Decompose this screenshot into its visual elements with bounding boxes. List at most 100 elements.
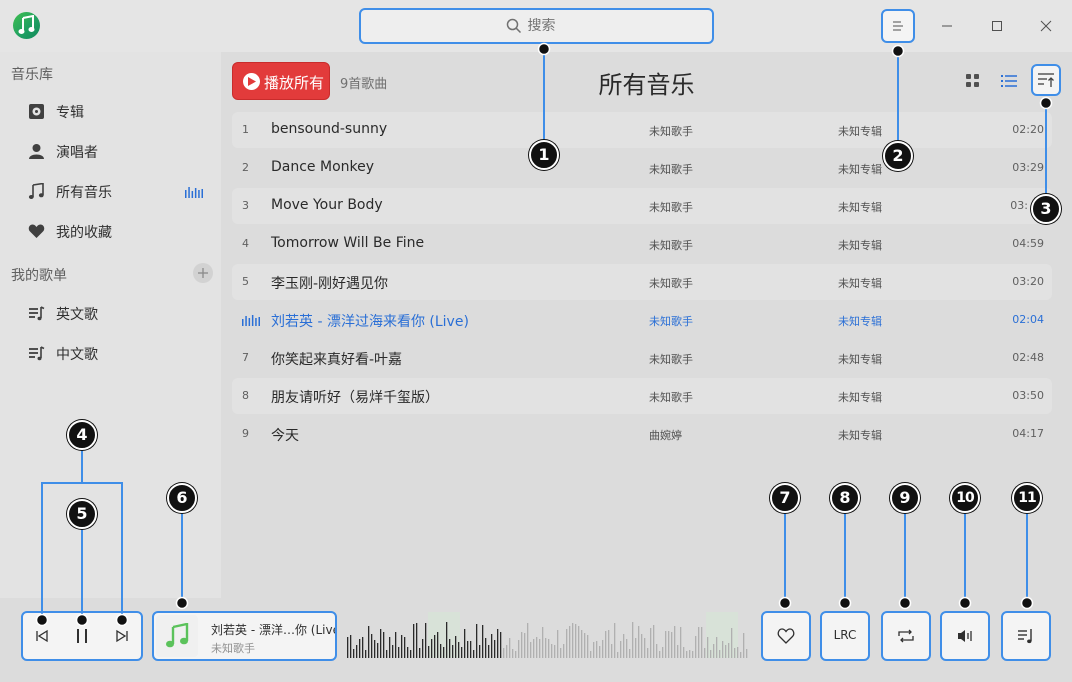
sort-button[interactable] — [1031, 64, 1061, 96]
waveform-bar — [713, 644, 715, 658]
next-button[interactable] — [112, 626, 132, 646]
song-title: 今天 — [271, 428, 299, 444]
song-row-playing[interactable]: 刘若英 - 漂洋过海来看你 (Live) 未知歌手 未知专辑 02:04 — [232, 302, 1052, 338]
waveform-bar — [425, 623, 427, 658]
waveform-bar — [659, 651, 661, 658]
repeat-mode-button[interactable] — [881, 611, 931, 661]
waveform-bar — [386, 650, 388, 658]
favorite-button[interactable] — [761, 611, 811, 661]
waveform-bar — [554, 645, 556, 658]
waveform-bar — [515, 651, 517, 658]
now-playing-artist: 未知歌手 — [211, 642, 255, 655]
song-row[interactable]: 2 Dance Monkey 未知歌手 未知专辑 03:29 — [232, 150, 1052, 186]
previous-button[interactable] — [32, 626, 52, 646]
waveform-bar — [584, 633, 586, 658]
waveform-progress[interactable] — [346, 612, 750, 658]
main-content: 播放所有 9首歌曲 所有音乐 1 bensound-sunny 未知歌手 未知专… — [221, 52, 1072, 598]
waveform-bar — [611, 644, 613, 658]
song-row[interactable]: 9 今天 曲婉婷 未知专辑 04:17 — [232, 416, 1052, 452]
minimize-icon — [942, 25, 952, 27]
waveform-bar — [698, 627, 700, 658]
search-input[interactable] — [527, 18, 568, 34]
callout-badge: 4 — [67, 420, 97, 450]
song-row[interactable]: 8 朋友请听好（易烊千玺版） 未知歌手 未知专辑 03:50 — [232, 378, 1052, 414]
waveform-bar — [656, 644, 658, 658]
song-row[interactable]: 4 Tomorrow Will Be Fine 未知歌手 未知专辑 04:59 — [232, 226, 1052, 262]
waveform-bar — [410, 650, 412, 658]
minimize-button[interactable] — [934, 13, 960, 39]
waveform-bar — [557, 630, 559, 658]
waveform-bar — [701, 627, 703, 658]
sidebar-item-artists[interactable]: 演唱者 — [0, 133, 221, 169]
lyrics-button[interactable]: LRC — [820, 611, 870, 661]
callout-badge: 2 — [883, 141, 913, 171]
sidebar-item-all-music[interactable]: 所有音乐 — [0, 173, 221, 209]
volume-button[interactable] — [940, 611, 990, 661]
song-duration: 02:20 — [1012, 123, 1044, 136]
song-title: bensound-sunny — [271, 121, 388, 137]
waveform-bar — [680, 627, 682, 658]
search-icon — [506, 18, 521, 34]
sidebar-item-playlist-chinese[interactable]: 中文歌 — [0, 335, 221, 371]
song-row[interactable]: 3 Move Your Body 未知歌手 未知专辑 03: — [232, 188, 1052, 224]
pause-button[interactable] — [72, 626, 92, 646]
waveform-bar — [542, 627, 544, 658]
album-icon — [29, 104, 44, 119]
sidebar-item-label: 我的收藏 — [56, 225, 112, 241]
waveform-bar — [464, 629, 466, 658]
app-logo — [13, 12, 40, 39]
title-bar — [0, 0, 1072, 52]
callout-badge: 3 — [1031, 194, 1061, 224]
song-artist: 未知歌手 — [649, 353, 693, 366]
artist-icon — [29, 144, 44, 159]
repeat-icon — [898, 629, 914, 643]
song-album: 未知专辑 — [838, 125, 882, 138]
sort-icon — [1038, 73, 1054, 87]
sidebar-item-playlist-english[interactable]: 英文歌 — [0, 295, 221, 331]
waveform-bar — [650, 628, 652, 658]
grid-view-button[interactable] — [962, 70, 984, 92]
waveform-bar — [563, 644, 565, 658]
waveform-bar — [362, 637, 364, 658]
sidebar-item-favorites[interactable]: 我的收藏 — [0, 213, 221, 249]
song-artist: 未知歌手 — [649, 201, 693, 214]
playlist-icon — [29, 306, 45, 321]
waveform-bar — [629, 649, 631, 658]
list-view-button[interactable] — [998, 70, 1020, 92]
now-playing-panel[interactable]: 刘若英 - 漂洋…你 (Live) 未知歌手 — [152, 611, 337, 661]
play-queue-button[interactable] — [1001, 611, 1051, 661]
waveform-bar — [473, 650, 475, 658]
song-row[interactable]: 1 bensound-sunny 未知歌手 未知专辑 02:20 — [232, 112, 1052, 148]
waveform-bar — [365, 650, 367, 658]
waveform-bar — [728, 643, 730, 658]
waveform-bar — [449, 639, 451, 658]
waveform-bar — [692, 651, 694, 658]
waveform-bar — [518, 640, 520, 658]
waveform-bar — [458, 642, 460, 658]
sidebar-item-albums[interactable]: 专辑 — [0, 93, 221, 129]
waveform-bar — [668, 631, 670, 658]
waveform-bar — [428, 646, 430, 658]
song-duration: 04:59 — [1012, 237, 1044, 250]
add-playlist-button[interactable] — [193, 263, 213, 283]
waveform-bar — [593, 642, 595, 658]
maximize-button[interactable] — [984, 13, 1010, 39]
callout-badge: 5 — [67, 499, 97, 529]
waveform-bar — [746, 649, 748, 658]
waveform-bar — [599, 646, 601, 658]
waveform-bar — [653, 625, 655, 658]
waveform-bar — [395, 632, 397, 658]
waveform-bar — [407, 647, 409, 658]
waveform-bar — [689, 650, 691, 658]
waveform-bar — [530, 642, 532, 658]
search-box[interactable] — [359, 8, 714, 44]
callout-badge: 8 — [830, 483, 860, 513]
main-menu-button[interactable] — [881, 9, 915, 43]
song-title: Tomorrow Will Be Fine — [271, 235, 425, 251]
song-row[interactable]: 7 你笑起来真好看-叶嘉 未知歌手 未知专辑 02:48 — [232, 340, 1052, 376]
sidebar-item-label: 中文歌 — [56, 347, 98, 363]
song-row[interactable]: 5 李玉刚-刚好遇见你 未知歌手 未知专辑 03:20 — [232, 264, 1052, 300]
waveform-bar — [686, 651, 688, 658]
close-button[interactable] — [1033, 13, 1059, 39]
callout-badge: 10 — [950, 483, 980, 513]
